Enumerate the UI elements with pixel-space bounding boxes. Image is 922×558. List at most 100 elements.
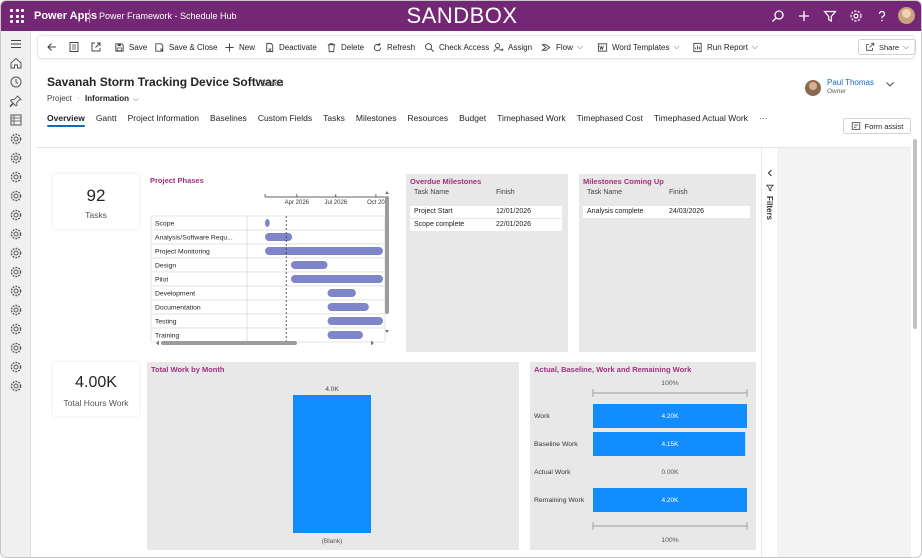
page-scrollbar[interactable]: [913, 139, 917, 329]
record-set-button[interactable]: [68, 36, 84, 58]
tab-baselines[interactable]: Baselines: [210, 111, 247, 129]
run-report-button[interactable]: Run Report ⌵: [692, 36, 758, 58]
tab-overview[interactable]: Overview: [47, 111, 85, 129]
total-work-bar[interactable]: [293, 395, 371, 533]
search-icon[interactable]: [771, 9, 785, 23]
open-new-window-button[interactable]: [90, 36, 106, 58]
owner-avatar[interactable]: [805, 80, 821, 96]
gantt-task-bar[interactable]: [265, 219, 270, 227]
nav-entity-icon[interactable]: [9, 379, 23, 393]
entity-name: Project: [47, 94, 72, 103]
tab-timephased-actual-work[interactable]: Timephased Actual Work: [654, 111, 748, 129]
save-button[interactable]: Save: [114, 36, 147, 58]
tab-milestones[interactable]: Milestones: [356, 111, 397, 129]
check-access-button[interactable]: Check Access: [424, 36, 489, 58]
app-launcher-icon[interactable]: [10, 9, 24, 23]
gantt-task-bar[interactable]: [327, 317, 383, 325]
plus-icon[interactable]: [797, 9, 811, 23]
awr-visual[interactable]: Actual, Baseline, Work and Remaining Wor…: [530, 362, 756, 550]
column-header-finish[interactable]: Finish: [496, 189, 515, 196]
hamburger-menu-icon[interactable]: [9, 37, 23, 51]
nav-entity-icon[interactable]: [9, 227, 23, 241]
deactivate-button[interactable]: Deactivate: [264, 36, 317, 58]
gantt-horizontal-scrollbar[interactable]: [161, 341, 297, 345]
nav-entity-icon[interactable]: [9, 360, 23, 374]
scroll-down-icon[interactable]: [385, 330, 389, 333]
filter-icon[interactable]: [823, 9, 837, 23]
delete-button[interactable]: Delete: [326, 36, 364, 58]
table-row[interactable]: Analysis complete 24/03/2026: [583, 206, 750, 218]
table-row[interactable]: Project Start 12/01/2026: [410, 206, 562, 218]
nav-entity-icon[interactable]: [9, 246, 23, 260]
recent-icon[interactable]: [9, 75, 23, 89]
filters-pane[interactable]: Filters: [761, 148, 777, 557]
tab-timephased-cost[interactable]: Timephased Cost: [577, 111, 643, 129]
nav-entity-icon[interactable]: [9, 265, 23, 279]
table-row[interactable]: Scope complete 22/01/2026: [410, 218, 562, 231]
gantt-vertical-scrollbar[interactable]: [385, 196, 389, 314]
column-header-finish[interactable]: Finish: [669, 189, 688, 196]
flow-button[interactable]: Flow ⌵: [541, 36, 583, 58]
brand-name[interactable]: Power Apps: [34, 10, 97, 22]
tab-timephased-work[interactable]: Timephased Work: [497, 111, 566, 129]
owner-name-link[interactable]: Paul Thomas: [827, 78, 874, 87]
gantt-task-bar[interactable]: [290, 275, 383, 283]
nav-entity-icon[interactable]: [9, 208, 23, 222]
save-close-button[interactable]: Save & Close: [154, 36, 217, 58]
tab-tasks[interactable]: Tasks: [323, 111, 345, 129]
column-header-task-name[interactable]: Task Name: [587, 189, 622, 196]
gantt-task-bar[interactable]: [265, 233, 293, 241]
overdue-milestones-table[interactable]: Overdue Milestones Task Name Finish Projec…: [406, 174, 568, 352]
nav-entity-icon[interactable]: [9, 284, 23, 298]
column-header-task-name[interactable]: Task Name: [414, 189, 449, 196]
upcoming-milestones-table[interactable]: Milestones Coming Up Task Name Finish Anal…: [579, 174, 756, 352]
gantt-task-bar[interactable]: [327, 289, 356, 297]
assign-button[interactable]: Assign: [493, 36, 532, 58]
tab-gantt[interactable]: Gantt: [96, 111, 117, 129]
form-selector[interactable]: Information: [85, 94, 129, 103]
tab-project-information[interactable]: Project Information: [128, 111, 199, 129]
tab-resources[interactable]: Resources: [408, 111, 449, 129]
collapse-chevron-icon[interactable]: [765, 168, 775, 178]
awr-data-label: 4.20K: [662, 497, 680, 504]
awr-chart[interactable]: 100% Work 4.20K Baseline Work 4.15K Actual Wo…: [530, 362, 756, 550]
nav-entity-icon[interactable]: [9, 189, 23, 203]
nav-entity-icon[interactable]: [9, 151, 23, 165]
nav-entity-icon[interactable]: [9, 303, 23, 317]
total-work-chart[interactable]: 4.0K (Blank): [147, 362, 519, 550]
project-phases-visual[interactable]: Project Phases Apr 2026 Jul 2026 Oct 20 Sco…: [147, 174, 395, 349]
word-templates-button[interactable]: Word Templates ⌵: [597, 36, 680, 58]
gantt-task-bar[interactable]: [265, 247, 383, 255]
gantt-task-bar[interactable]: [327, 331, 363, 339]
tab-custom-fields[interactable]: Custom Fields: [258, 111, 312, 129]
chevron-down-icon[interactable]: ⌵: [133, 96, 138, 103]
refresh-button[interactable]: Refresh: [372, 36, 415, 58]
form-assist-button[interactable]: Form assist: [843, 118, 911, 134]
app-title[interactable]: Power Framework - Schedule Hub: [99, 11, 237, 21]
gantt-task-bar[interactable]: [290, 261, 328, 269]
person-icon: [493, 42, 504, 52]
more-tabs-button[interactable]: ···: [759, 111, 768, 129]
projects-icon[interactable]: [9, 113, 23, 127]
help-icon[interactable]: [875, 9, 889, 23]
nav-entity-icon[interactable]: [9, 132, 23, 146]
hours-kpi-card[interactable]: 4.00K Total Hours Work: [53, 362, 139, 416]
new-button[interactable]: New: [224, 36, 255, 58]
tasks-kpi-card[interactable]: 92 Tasks: [53, 174, 139, 229]
total-work-visual[interactable]: Total Work by Month 4.0K (Blank): [147, 362, 519, 550]
scroll-up-icon[interactable]: [385, 191, 389, 194]
nav-entity-icon[interactable]: [9, 170, 23, 184]
pin-icon[interactable]: [9, 94, 23, 108]
tab-budget[interactable]: Budget: [459, 111, 486, 129]
back-button[interactable]: [46, 36, 62, 58]
home-icon[interactable]: [9, 56, 23, 70]
share-button[interactable]: Share ⌵: [858, 39, 917, 55]
nav-entity-icon[interactable]: [9, 322, 23, 336]
trash-icon: [327, 42, 336, 52]
gantt-chart[interactable]: Apr 2026 Jul 2026 Oct 20 Scope Analysis/Soft…: [147, 174, 395, 349]
header-expand-chevron-icon[interactable]: [885, 79, 895, 89]
gantt-task-bar[interactable]: [327, 303, 369, 311]
gear-icon[interactable]: [849, 9, 863, 23]
nav-entity-icon[interactable]: [9, 341, 23, 355]
user-avatar[interactable]: [898, 7, 915, 24]
